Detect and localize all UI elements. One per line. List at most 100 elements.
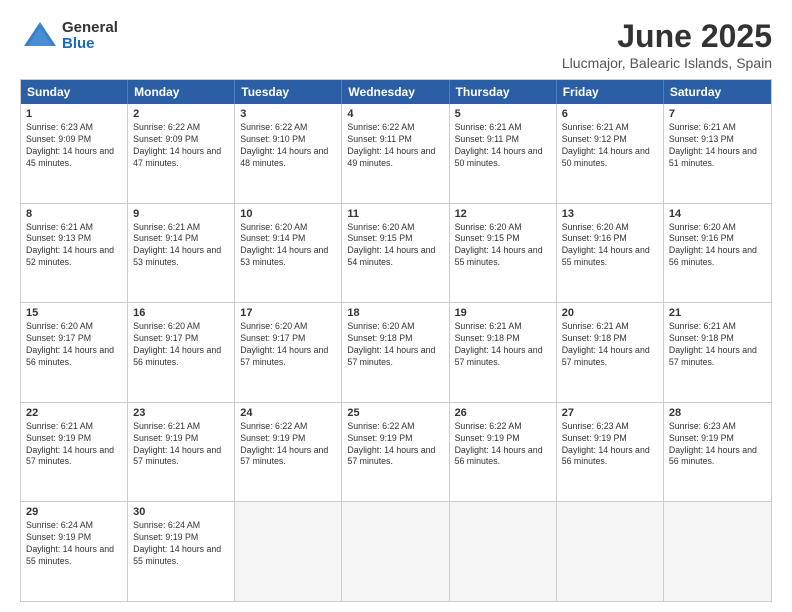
day-header-saturday: Saturday	[664, 80, 771, 104]
day-cell-28: 28 Sunrise: 6:23 AMSunset: 9:19 PMDayligh…	[664, 403, 771, 502]
day-header-sunday: Sunday	[21, 80, 128, 104]
cell-info: Sunrise: 6:21 AMSunset: 9:18 PMDaylight:…	[455, 321, 551, 369]
day-header-wednesday: Wednesday	[342, 80, 449, 104]
day-cell-22: 22 Sunrise: 6:21 AMSunset: 9:19 PMDayligh…	[21, 403, 128, 502]
day-cell-19: 19 Sunrise: 6:21 AMSunset: 9:18 PMDayligh…	[450, 303, 557, 402]
day-header-tuesday: Tuesday	[235, 80, 342, 104]
day-cell-12: 12 Sunrise: 6:20 AMSunset: 9:15 PMDayligh…	[450, 204, 557, 303]
logo-text: General Blue	[62, 20, 118, 53]
day-number: 2	[133, 108, 229, 120]
day-cell-4: 4 Sunrise: 6:22 AMSunset: 9:11 PMDaylight…	[342, 104, 449, 203]
cell-info: Sunrise: 6:21 AMSunset: 9:19 PMDaylight:…	[26, 421, 122, 469]
cell-info: Sunrise: 6:20 AMSunset: 9:15 PMDaylight:…	[347, 222, 443, 270]
day-cell-17: 17 Sunrise: 6:20 AMSunset: 9:17 PMDayligh…	[235, 303, 342, 402]
cell-info: Sunrise: 6:20 AMSunset: 9:16 PMDaylight:…	[562, 222, 658, 270]
day-cell-8: 8 Sunrise: 6:21 AMSunset: 9:13 PMDaylight…	[21, 204, 128, 303]
cell-info: Sunrise: 6:21 AMSunset: 9:13 PMDaylight:…	[26, 222, 122, 270]
day-number: 8	[26, 208, 122, 220]
empty-cell	[450, 502, 557, 601]
cell-info: Sunrise: 6:24 AMSunset: 9:19 PMDaylight:…	[26, 520, 122, 568]
cell-info: Sunrise: 6:21 AMSunset: 9:11 PMDaylight:…	[455, 122, 551, 170]
day-number: 5	[455, 108, 551, 120]
cell-info: Sunrise: 6:21 AMSunset: 9:14 PMDaylight:…	[133, 222, 229, 270]
day-number: 22	[26, 407, 122, 419]
day-cell-10: 10 Sunrise: 6:20 AMSunset: 9:14 PMDayligh…	[235, 204, 342, 303]
week-row-2: 8 Sunrise: 6:21 AMSunset: 9:13 PMDaylight…	[21, 203, 771, 303]
week-row-3: 15 Sunrise: 6:20 AMSunset: 9:17 PMDayligh…	[21, 302, 771, 402]
logo-icon	[20, 18, 60, 54]
day-number: 11	[347, 208, 443, 220]
cell-info: Sunrise: 6:21 AMSunset: 9:18 PMDaylight:…	[562, 321, 658, 369]
day-cell-27: 27 Sunrise: 6:23 AMSunset: 9:19 PMDayligh…	[557, 403, 664, 502]
day-number: 27	[562, 407, 658, 419]
day-number: 4	[347, 108, 443, 120]
cell-info: Sunrise: 6:22 AMSunset: 9:19 PMDaylight:…	[240, 421, 336, 469]
cell-info: Sunrise: 6:22 AMSunset: 9:11 PMDaylight:…	[347, 122, 443, 170]
day-cell-21: 21 Sunrise: 6:21 AMSunset: 9:18 PMDayligh…	[664, 303, 771, 402]
day-number: 24	[240, 407, 336, 419]
day-number: 13	[562, 208, 658, 220]
day-number: 10	[240, 208, 336, 220]
cell-info: Sunrise: 6:20 AMSunset: 9:16 PMDaylight:…	[669, 222, 766, 270]
day-number: 17	[240, 307, 336, 319]
day-number: 26	[455, 407, 551, 419]
cell-info: Sunrise: 6:22 AMSunset: 9:19 PMDaylight:…	[347, 421, 443, 469]
day-cell-9: 9 Sunrise: 6:21 AMSunset: 9:14 PMDaylight…	[128, 204, 235, 303]
day-number: 9	[133, 208, 229, 220]
day-number: 14	[669, 208, 766, 220]
day-number: 6	[562, 108, 658, 120]
cell-info: Sunrise: 6:21 AMSunset: 9:19 PMDaylight:…	[133, 421, 229, 469]
calendar-body: 1Sunrise: 6:23 AMSunset: 9:09 PMDaylight…	[21, 104, 771, 601]
cell-info: Sunrise: 6:21 AMSunset: 9:12 PMDaylight:…	[562, 122, 658, 170]
cell-info: Sunrise: 6:21 AMSunset: 9:13 PMDaylight:…	[669, 122, 766, 170]
day-cell-2: 2Sunrise: 6:22 AMSunset: 9:09 PMDaylight…	[128, 104, 235, 203]
day-cell-6: 6 Sunrise: 6:21 AMSunset: 9:12 PMDaylight…	[557, 104, 664, 203]
day-number: 23	[133, 407, 229, 419]
cell-info: Sunrise: 6:20 AMSunset: 9:17 PMDaylight:…	[26, 321, 122, 369]
day-header-friday: Friday	[557, 80, 664, 104]
cell-info: Sunrise: 6:22 AMSunset: 9:10 PMDaylight:…	[240, 122, 336, 170]
cell-info: Sunrise: 6:20 AMSunset: 9:14 PMDaylight:…	[240, 222, 336, 270]
cell-info: Sunrise: 6:23 AMSunset: 9:19 PMDaylight:…	[562, 421, 658, 469]
day-cell-16: 16Sunrise: 6:20 AMSunset: 9:17 PMDayligh…	[128, 303, 235, 402]
day-number: 15	[26, 307, 122, 319]
day-header-monday: Monday	[128, 80, 235, 104]
logo-general-label: General	[62, 20, 118, 37]
cell-info: Sunrise: 6:20 AMSunset: 9:17 PMDaylight:…	[240, 321, 336, 369]
cell-info: Sunrise: 6:20 AMSunset: 9:15 PMDaylight:…	[455, 222, 551, 270]
day-number: 25	[347, 407, 443, 419]
day-number: 1	[26, 108, 122, 120]
page: General Blue June 2025 Llucmajor, Balear…	[0, 0, 792, 612]
logo: General Blue	[20, 18, 118, 54]
day-number: 3	[240, 108, 336, 120]
day-number: 21	[669, 307, 766, 319]
day-number: 7	[669, 108, 766, 120]
day-cell-5: 5 Sunrise: 6:21 AMSunset: 9:11 PMDaylight…	[450, 104, 557, 203]
day-number: 12	[455, 208, 551, 220]
month-title: June 2025	[562, 18, 772, 55]
logo-blue-label: Blue	[62, 36, 118, 53]
cell-info: Sunrise: 6:20 AMSunset: 9:18 PMDaylight:…	[347, 321, 443, 369]
day-cell-11: 11 Sunrise: 6:20 AMSunset: 9:15 PMDayligh…	[342, 204, 449, 303]
day-cell-30: 30 Sunrise: 6:24 AMSunset: 9:19 PMDayligh…	[128, 502, 235, 601]
day-number: 20	[562, 307, 658, 319]
cell-info: Sunrise: 6:21 AMSunset: 9:18 PMDaylight:…	[669, 321, 766, 369]
empty-cell	[557, 502, 664, 601]
empty-cell	[342, 502, 449, 601]
cell-info: Sunrise: 6:24 AMSunset: 9:19 PMDaylight:…	[133, 520, 229, 568]
week-row-1: 1Sunrise: 6:23 AMSunset: 9:09 PMDaylight…	[21, 104, 771, 203]
day-number: 19	[455, 307, 551, 319]
cell-info: Sunrise: 6:22 AMSunset: 9:19 PMDaylight:…	[455, 421, 551, 469]
day-cell-3: 3 Sunrise: 6:22 AMSunset: 9:10 PMDaylight…	[235, 104, 342, 203]
day-cell-1: 1Sunrise: 6:23 AMSunset: 9:09 PMDaylight…	[21, 104, 128, 203]
day-cell-29: 29Sunrise: 6:24 AMSunset: 9:19 PMDayligh…	[21, 502, 128, 601]
day-number: 18	[347, 307, 443, 319]
day-number: 28	[669, 407, 766, 419]
header: General Blue June 2025 Llucmajor, Balear…	[20, 18, 772, 71]
day-number: 30	[133, 506, 229, 518]
empty-cell	[664, 502, 771, 601]
cell-info: Sunrise: 6:23 AMSunset: 9:19 PMDaylight:…	[669, 421, 766, 469]
calendar-header: SundayMondayTuesdayWednesdayThursdayFrid…	[21, 80, 771, 104]
day-cell-15: 15 Sunrise: 6:20 AMSunset: 9:17 PMDayligh…	[21, 303, 128, 402]
location-title: Llucmajor, Balearic Islands, Spain	[562, 55, 772, 71]
